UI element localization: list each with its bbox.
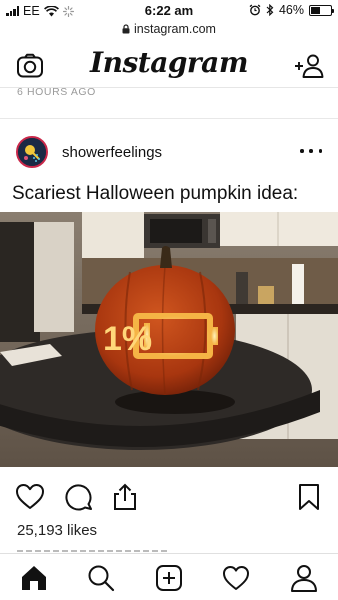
pumpkin-photo: 1% (0, 212, 338, 467)
avatar[interactable] (16, 136, 48, 168)
post-header: showerfeelings (0, 134, 338, 174)
post-actions (0, 482, 338, 516)
alarm-icon (249, 4, 261, 16)
battery-icon (309, 4, 334, 16)
url-text: instagram.com (134, 22, 216, 36)
new-post-icon[interactable] (155, 564, 183, 592)
truncated-comments-text (17, 548, 167, 552)
share-icon[interactable] (110, 482, 140, 512)
post-caption-title: Scariest Halloween pumpkin idea: (12, 183, 299, 204)
activity-icon[interactable] (222, 564, 250, 592)
more-dot (309, 149, 313, 153)
bookmark-icon[interactable] (294, 482, 324, 512)
likes-count[interactable]: 25,193 likes (17, 522, 97, 539)
search-icon[interactable] (87, 564, 115, 592)
add-user-icon[interactable] (294, 53, 324, 79)
bottom-nav (0, 553, 338, 600)
comment-icon[interactable] (64, 482, 94, 512)
previous-post-timestamp: 6 HOURS AGO (17, 86, 96, 98)
profile-icon[interactable] (290, 564, 318, 592)
bluetooth-icon (266, 4, 274, 16)
instagram-logo[interactable]: Instagram (0, 46, 338, 79)
status-right: 46% (249, 3, 334, 17)
battery-percent: 46% (278, 3, 304, 17)
more-options-button[interactable] (300, 142, 322, 160)
more-dot (300, 149, 304, 153)
more-dot (318, 149, 322, 153)
post-username[interactable]: showerfeelings (62, 144, 162, 161)
browser-url-bar[interactable]: instagram.com (0, 22, 338, 40)
pumpkin-carved-text: 1% (103, 320, 152, 358)
post-image[interactable]: 1% (0, 212, 338, 467)
home-icon[interactable] (20, 564, 48, 592)
lock-icon (122, 24, 130, 34)
app-header: Instagram (0, 42, 338, 88)
status-bar: EE 6:22 am 46% (0, 0, 338, 22)
battery-fill (311, 6, 320, 14)
post-divider (0, 118, 338, 119)
avatar-shower-icon (18, 138, 46, 166)
heart-icon[interactable] (15, 482, 45, 512)
